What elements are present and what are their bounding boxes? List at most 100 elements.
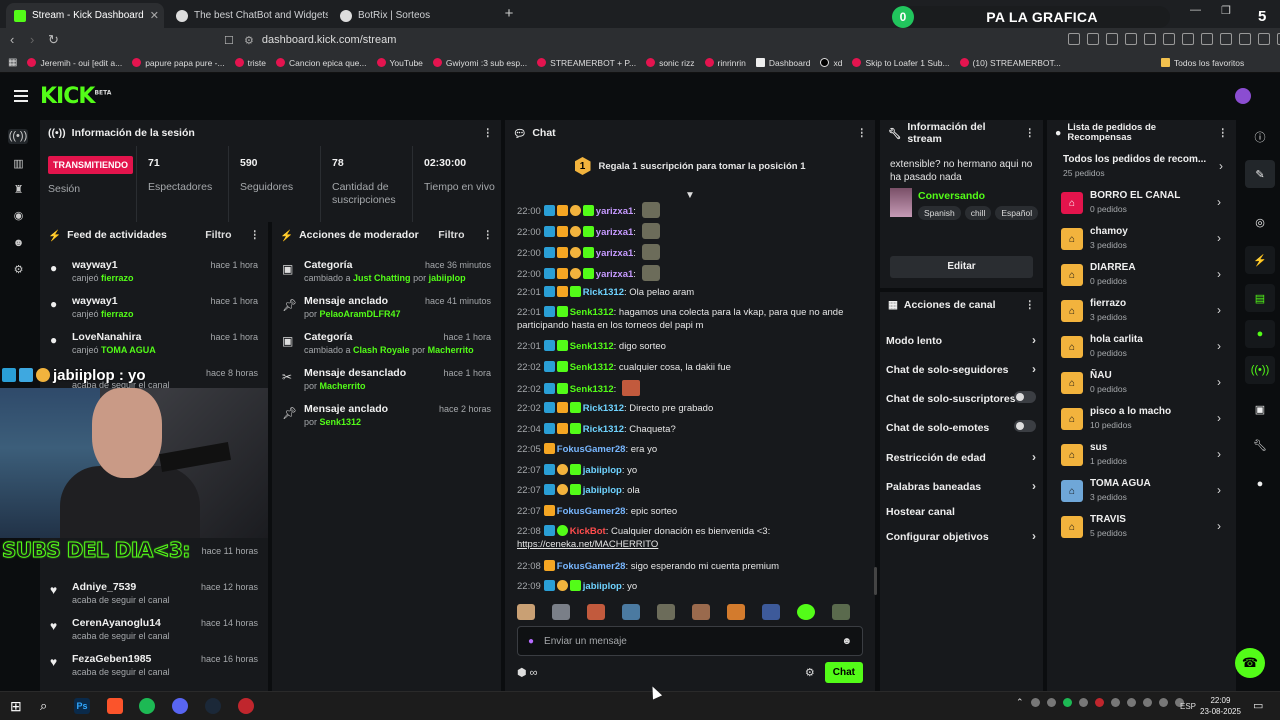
tray-icon[interactable] xyxy=(1030,698,1040,707)
bookmark-item[interactable]: Jeremih - oui [edit a... xyxy=(27,58,122,68)
new-tab-icon[interactable]: + xyxy=(500,5,518,23)
action-age-restriction[interactable]: Restricción de edad › xyxy=(886,450,1036,464)
action-followers-only[interactable]: Chat de solo-seguidores › xyxy=(886,362,1036,376)
extension-icon[interactable] xyxy=(1163,33,1175,45)
chat-scrollbar[interactable] xyxy=(874,567,877,595)
tab-botrix[interactable]: BotRix | Sorteos xyxy=(332,3,492,28)
minimize-icon[interactable]: — xyxy=(1190,4,1201,17)
chat-username[interactable]: yarizxa1 xyxy=(596,248,634,259)
reward-item[interactable]: ⌂ DIARREA 0 pedidos › xyxy=(1061,262,1227,292)
windows-start-icon[interactable]: ⊞ xyxy=(10,698,26,714)
maximize-icon[interactable]: ❐ xyxy=(1221,4,1231,17)
site-info-icon[interactable]: ⚙ xyxy=(244,34,254,47)
emote-icon[interactable] xyxy=(587,604,605,620)
extension-icon[interactable] xyxy=(1068,33,1080,45)
emote-icon[interactable] xyxy=(797,604,815,620)
steam-icon[interactable] xyxy=(205,698,221,714)
chat-username[interactable]: yarizxa1 xyxy=(596,206,634,217)
back-icon[interactable]: ‹ xyxy=(10,32,14,47)
broadcast-icon[interactable]: ((•)) xyxy=(1245,356,1275,384)
url-field[interactable]: ⚙ dashboard.kick.com/stream xyxy=(244,31,964,49)
emotes-only-toggle[interactable] xyxy=(1014,420,1036,432)
reward-item[interactable]: ⌂ pisco a lo macho 10 pedidos › xyxy=(1061,406,1227,436)
more-icon[interactable]: ⋮ xyxy=(1218,128,1229,139)
action-configure-goals[interactable]: Configurar objetivos › xyxy=(886,529,1036,543)
more-icon[interactable]: ⋮ xyxy=(1025,299,1036,311)
chat-username[interactable]: Senk1312 xyxy=(570,362,614,373)
settings-icon[interactable]: ⚙ xyxy=(11,263,26,278)
chat-username[interactable]: jabiiplop xyxy=(583,581,622,592)
tray-icon[interactable] xyxy=(1062,698,1072,707)
reward-item[interactable]: ⌂ hola carlita 0 pedidos › xyxy=(1061,334,1227,364)
close-icon[interactable]: ✕ xyxy=(150,9,159,22)
chat-username[interactable]: Senk1312 xyxy=(570,307,614,318)
emote-icon[interactable] xyxy=(517,604,535,620)
info-icon[interactable]: ⓘ xyxy=(1245,123,1275,151)
extension-icon[interactable] xyxy=(1258,33,1270,45)
action-banned-words[interactable]: Palabras baneadas › xyxy=(886,479,1036,493)
camera-icon[interactable]: ◉ xyxy=(11,209,26,224)
reward-item[interactable]: ⌂ sus 1 pedidos › xyxy=(1061,442,1227,472)
extension-icon[interactable] xyxy=(1144,33,1156,45)
support-chat-button[interactable]: ☎ xyxy=(1235,648,1265,678)
bookmark-item[interactable]: (10) STREAMERBOT... xyxy=(959,58,1061,68)
wrench-icon[interactable]: 🔧︎ xyxy=(1245,431,1275,459)
language-indicator[interactable]: ESP xyxy=(1180,702,1196,711)
reward-item[interactable]: ⌂ ÑAU 0 pedidos › xyxy=(1061,370,1227,400)
tray-icon[interactable] xyxy=(1126,698,1136,707)
gear-icon[interactable]: ⚙ xyxy=(805,666,815,679)
edit-button[interactable]: Editar xyxy=(890,256,1033,278)
filter-button[interactable]: Filtro xyxy=(438,229,464,241)
avatar[interactable] xyxy=(1235,88,1251,104)
bookmark-item[interactable]: xd xyxy=(820,58,842,68)
more-icon[interactable]: ⋮ xyxy=(483,229,494,241)
kick-logo[interactable]: KICKBETA xyxy=(40,84,111,109)
subscribers-only-toggle[interactable] xyxy=(1014,391,1036,403)
photoshop-icon[interactable]: Ps xyxy=(74,698,90,714)
clock[interactable]: 22:09 23-08-2025 xyxy=(1200,695,1241,717)
chat-username[interactable]: yarizxa1 xyxy=(596,227,634,238)
chat-username[interactable]: FokusGamer28 xyxy=(557,506,626,517)
clipboard-icon[interactable]: ▤ xyxy=(1245,284,1275,312)
reload-icon[interactable]: ↻ xyxy=(48,32,59,48)
bookmark-item[interactable]: papure papa pure -... xyxy=(132,58,225,68)
reward-item[interactable]: ⌂ BORRO EL CANAL 0 pedidos › xyxy=(1061,190,1227,220)
grid-icon[interactable]: ▣ xyxy=(1245,395,1275,423)
tray-icon[interactable] xyxy=(1094,698,1104,707)
chat-username[interactable]: Senk1312 xyxy=(570,341,614,352)
emote-icon[interactable] xyxy=(552,604,570,620)
extension-icon[interactable] xyxy=(1087,33,1099,45)
chat-username[interactable]: Senk1312 xyxy=(570,384,614,395)
tray-icon[interactable] xyxy=(1110,698,1120,707)
points-icon[interactable]: ⬢ ∞ xyxy=(517,666,538,679)
reward-item[interactable]: ⌂ chamoy 3 pedidos › xyxy=(1061,226,1227,256)
chat-username[interactable]: Rick1312 xyxy=(583,287,624,298)
extension-icon[interactable] xyxy=(1125,33,1137,45)
bookmark-item[interactable]: Dashboard xyxy=(755,58,810,68)
bookmark-item[interactable]: Skip to Loafer 1 Sub... xyxy=(852,58,950,68)
more-icon[interactable]: ⋮ xyxy=(483,127,494,139)
emote-icon[interactable] xyxy=(832,604,850,620)
reward-item[interactable]: ⌂ TRAVIS 5 pedidos › xyxy=(1061,514,1227,544)
extension-icon[interactable] xyxy=(1182,33,1194,45)
tray-icon[interactable] xyxy=(1158,698,1168,707)
bookmark-item[interactable]: YouTube xyxy=(376,58,423,68)
bookmark-item[interactable]: rinrinrin xyxy=(704,58,746,68)
tray-icon[interactable] xyxy=(1078,698,1088,707)
pinned-goal[interactable]: 1 Regala 1 suscripción para tomar la pos… xyxy=(505,146,875,186)
chat-username[interactable]: Rick1312 xyxy=(583,403,624,414)
more-icon[interactable]: ⋮ xyxy=(250,229,261,241)
chat-username[interactable]: jabiiplop xyxy=(583,465,622,476)
chart-icon[interactable]: ▥ xyxy=(11,157,26,172)
notification-icon[interactable]: ▭ xyxy=(1253,699,1265,712)
chat-username[interactable]: Rick1312 xyxy=(583,424,624,435)
search-icon[interactable]: ⌕ xyxy=(40,698,56,714)
bookmark-item[interactable]: sonic rizz xyxy=(646,58,695,68)
microphone-icon[interactable]: ● xyxy=(528,636,534,647)
lightning-icon[interactable]: ⚡ xyxy=(1245,246,1275,274)
all-rewards-item[interactable]: Todos los pedidos de recom... 25 pedidos… xyxy=(1063,154,1229,184)
filter-button[interactable]: Filtro xyxy=(205,229,231,241)
chevron-up-icon[interactable]: ⌃ xyxy=(1016,697,1024,708)
action-host-channel[interactable]: Hostear canal xyxy=(886,506,1036,518)
chat-username[interactable]: FokusGamer28 xyxy=(557,561,626,572)
